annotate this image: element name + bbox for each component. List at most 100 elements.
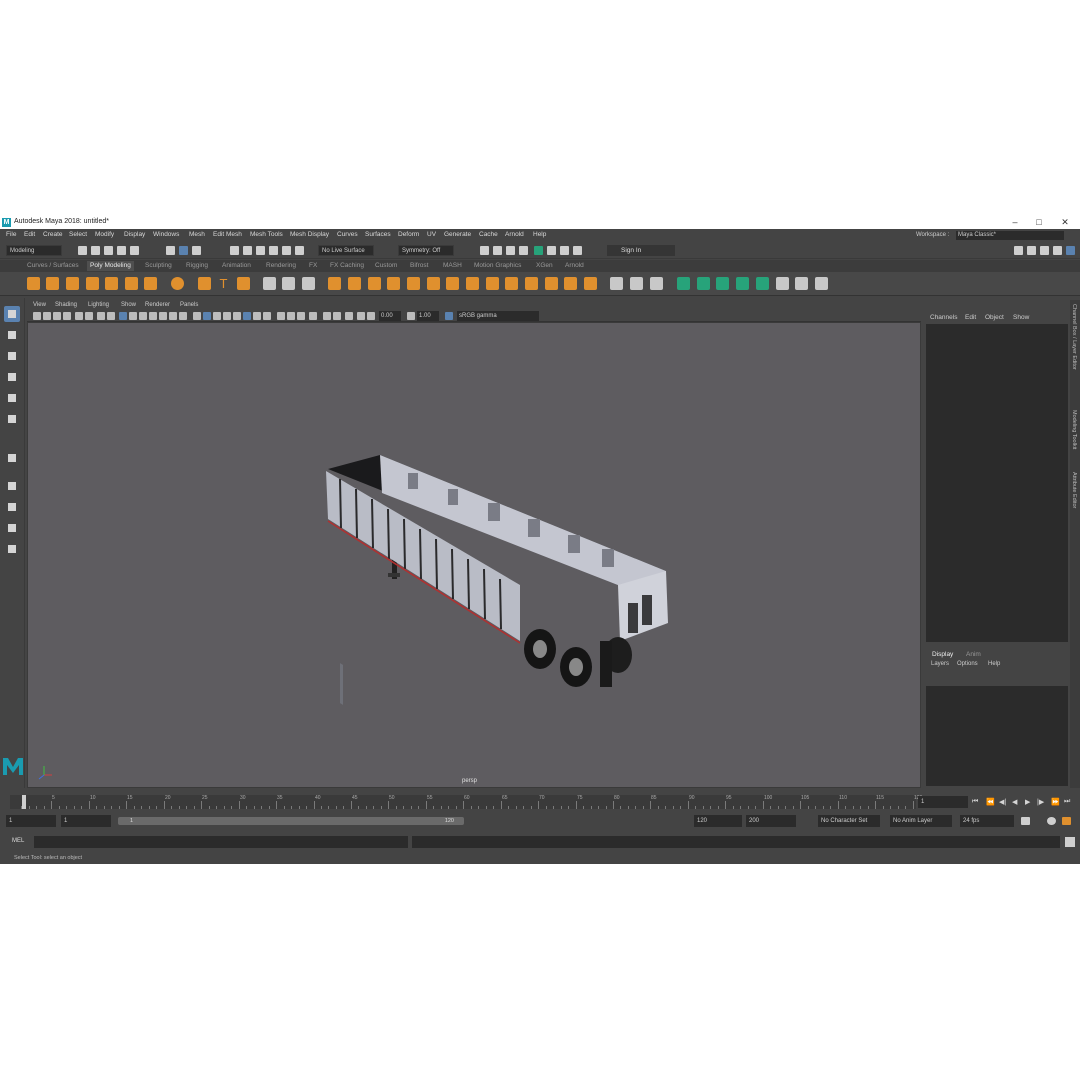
xray-joints-icon[interactable] bbox=[297, 312, 305, 320]
show-menu[interactable]: Show bbox=[1013, 314, 1029, 321]
menu-cache[interactable]: Cache bbox=[479, 231, 498, 238]
mel-label[interactable]: MEL bbox=[12, 838, 24, 844]
current-frame-field[interactable]: 1 bbox=[918, 796, 968, 808]
tab-poly-modeling[interactable]: Poly Modeling bbox=[87, 261, 134, 271]
menu-display[interactable]: Display bbox=[124, 231, 145, 238]
append-polygon-icon[interactable] bbox=[427, 277, 440, 290]
combine-icon[interactable] bbox=[263, 277, 276, 290]
play-forwards-icon[interactable]: ▶ bbox=[1025, 798, 1030, 806]
cut-uv-icon[interactable] bbox=[795, 277, 808, 290]
trailer-model[interactable] bbox=[28, 323, 921, 788]
offset-edge-loop-icon[interactable] bbox=[505, 277, 518, 290]
pause-icon[interactable] bbox=[573, 246, 582, 255]
separate-icon[interactable] bbox=[282, 277, 295, 290]
tab-sculpting[interactable]: Sculpting bbox=[145, 262, 172, 269]
viewport-menu-lighting[interactable]: Lighting bbox=[88, 302, 109, 308]
resolution-gate-icon[interactable] bbox=[119, 312, 127, 320]
tab-curves-surfaces[interactable]: Curves / Surfaces bbox=[27, 262, 79, 269]
insert-edge-loop-icon[interactable] bbox=[486, 277, 499, 290]
menu-help[interactable]: Help bbox=[533, 231, 546, 238]
gate-mask-icon[interactable] bbox=[129, 312, 137, 320]
wireframe-icon[interactable] bbox=[169, 312, 177, 320]
play-backwards-icon[interactable]: ◀ bbox=[1012, 798, 1017, 806]
wireframe-on-shaded-icon[interactable] bbox=[193, 312, 201, 320]
tab-animation[interactable]: Animation bbox=[222, 262, 251, 269]
menu-select[interactable]: Select bbox=[69, 231, 87, 238]
render-settings-icon[interactable] bbox=[519, 246, 528, 255]
text-tool-icon[interactable]: T bbox=[217, 277, 230, 290]
anim-end-field[interactable]: 200 bbox=[746, 815, 796, 827]
tab-anim[interactable]: Anim bbox=[966, 651, 981, 658]
fps-select[interactable]: 24 fps bbox=[960, 815, 1014, 827]
snap-curve-icon[interactable] bbox=[243, 246, 252, 255]
poly-plane-icon[interactable] bbox=[125, 277, 138, 290]
open-scene-icon[interactable] bbox=[91, 246, 100, 255]
shadows-icon[interactable] bbox=[223, 312, 231, 320]
depth-of-field-icon[interactable] bbox=[253, 312, 261, 320]
side-tab-modeling-toolkit[interactable]: Modeling Toolkit bbox=[1071, 410, 1077, 449]
paint-select-tool-icon[interactable] bbox=[4, 348, 20, 364]
character-set-select[interactable]: No Character Set bbox=[818, 815, 880, 827]
channel-box-toggle-icon[interactable] bbox=[1053, 246, 1062, 255]
time-slider-track[interactable]: 5 10 15 20 25 30 35 40 45 50 55 60 65 70 75 80 85 90 95 100… bbox=[10, 795, 922, 809]
menu-create[interactable]: Create bbox=[43, 231, 63, 238]
object-menu[interactable]: Object bbox=[985, 314, 1004, 321]
channels-menu[interactable]: Channels bbox=[930, 314, 957, 321]
tab-custom[interactable]: Custom bbox=[375, 262, 397, 269]
tab-arnold[interactable]: Arnold bbox=[565, 262, 584, 269]
menuset-select[interactable]: Modeling bbox=[6, 245, 62, 256]
make-live-icon[interactable] bbox=[650, 277, 663, 290]
tab-rigging[interactable]: Rigging bbox=[186, 262, 208, 269]
poly-cylinder-icon[interactable] bbox=[66, 277, 79, 290]
undo-icon[interactable] bbox=[117, 246, 126, 255]
move-tool-icon[interactable] bbox=[4, 369, 20, 385]
spherical-mapping-icon[interactable] bbox=[716, 277, 729, 290]
gamma-field[interactable]: 1.00 bbox=[417, 311, 439, 321]
viewport-menu-shading[interactable]: Shading bbox=[55, 302, 77, 308]
exposure-field[interactable]: 0.00 bbox=[379, 311, 401, 321]
lasso-tool-icon[interactable] bbox=[4, 327, 20, 343]
four-view-layout-icon[interactable] bbox=[4, 499, 20, 515]
camera-attributes-icon[interactable] bbox=[43, 312, 51, 320]
super-shape-icon[interactable] bbox=[198, 277, 211, 290]
render-frame-icon[interactable] bbox=[493, 246, 502, 255]
sign-in-button[interactable]: Sign In bbox=[607, 245, 675, 256]
go-to-start-icon[interactable]: ⏮ bbox=[972, 798, 978, 806]
single-perspective-layout-icon[interactable] bbox=[4, 478, 20, 494]
menu-deform[interactable]: Deform bbox=[398, 231, 419, 238]
viewport-menu-renderer[interactable]: Renderer bbox=[145, 302, 170, 308]
ambient-occlusion-icon[interactable] bbox=[233, 312, 241, 320]
collapse-icon[interactable] bbox=[545, 277, 558, 290]
symmetry-select[interactable]: Symmetry: Off bbox=[398, 245, 454, 256]
bookmark-icon[interactable] bbox=[53, 312, 61, 320]
tab-display[interactable]: Display bbox=[932, 651, 953, 658]
menu-surfaces[interactable]: Surfaces bbox=[365, 231, 391, 238]
anim-layer-select[interactable]: No Anim Layer bbox=[890, 815, 952, 827]
color-space-select[interactable]: sRGB gamma bbox=[457, 311, 539, 321]
poly-cube-icon[interactable] bbox=[46, 277, 59, 290]
tab-bifrost[interactable]: Bifrost bbox=[410, 262, 428, 269]
channel-list[interactable] bbox=[926, 324, 1068, 642]
bevel-icon[interactable] bbox=[387, 277, 400, 290]
tab-rendering[interactable]: Rendering bbox=[266, 262, 296, 269]
minimize-button[interactable]: – bbox=[1008, 217, 1022, 228]
step-forward-icon[interactable]: ⏩ bbox=[1051, 798, 1060, 806]
tool-settings-icon[interactable] bbox=[1040, 246, 1049, 255]
select-component-icon[interactable] bbox=[192, 246, 201, 255]
modeling-toolkit-icon[interactable] bbox=[1014, 246, 1023, 255]
isolate-select-icon[interactable] bbox=[263, 312, 271, 320]
start-time-field[interactable]: 1 bbox=[6, 815, 56, 827]
poly-torus-icon[interactable] bbox=[105, 277, 118, 290]
menu-uv[interactable]: UV bbox=[427, 231, 436, 238]
use-all-lights-icon[interactable] bbox=[213, 312, 221, 320]
step-forward-key-icon[interactable]: |▶ bbox=[1037, 798, 1044, 806]
snap-vertex-icon[interactable] bbox=[295, 246, 304, 255]
xray-icon[interactable] bbox=[277, 312, 285, 320]
animation-prefs-icon[interactable] bbox=[1062, 817, 1071, 825]
range-bar[interactable]: 1 120 bbox=[118, 817, 464, 825]
target-weld-icon[interactable] bbox=[466, 277, 479, 290]
automatic-mapping-icon[interactable] bbox=[736, 277, 749, 290]
quad-draw-icon[interactable] bbox=[610, 277, 623, 290]
exposure-icon[interactable] bbox=[357, 312, 365, 320]
menu-mesh-display[interactable]: Mesh Display bbox=[290, 231, 329, 238]
